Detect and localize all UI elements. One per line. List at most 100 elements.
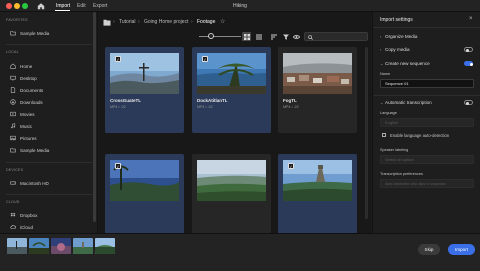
import-button[interactable]: Import	[448, 244, 475, 255]
divider	[373, 95, 480, 96]
list-view-icon	[255, 34, 262, 39]
clip-checkbox[interactable]	[288, 56, 294, 62]
filter-button[interactable]	[281, 32, 290, 41]
sidebar: FAVORITES Sample Media LOCAL Home Deskto…	[0, 12, 98, 233]
drive-icon	[10, 181, 16, 185]
clip-checkbox[interactable]: ✓	[115, 163, 121, 169]
sort-button[interactable]	[269, 32, 278, 41]
speaker-labeling-select[interactable]: Select an option	[380, 155, 474, 164]
transcription-preferences-label: Transcription preferences	[380, 172, 423, 176]
folder-icon	[10, 31, 16, 36]
clip-checkbox[interactable]: ✓	[115, 56, 121, 62]
sidebar-item-label: Sample Media	[20, 147, 50, 153]
selected-clips-tray: Skip Import	[0, 233, 480, 271]
divider	[6, 194, 92, 195]
sidebar-item-icloud[interactable]: iCloud	[10, 223, 33, 231]
grid-view-icon	[243, 33, 250, 40]
copy-media-row[interactable]: › Copy media	[380, 45, 476, 53]
tray-thumbnail[interactable]	[29, 238, 49, 254]
sidebar-item-music[interactable]: Music	[10, 122, 32, 130]
create-sequence-row[interactable]: ⌄ Create new sequence	[380, 59, 476, 67]
home-icon	[10, 63, 16, 69]
divider	[6, 44, 92, 45]
auto-transcription-toggle[interactable]	[464, 100, 473, 105]
organize-media-label: Organize Media	[385, 33, 418, 39]
clip-name: DockAtitlanTL	[197, 98, 228, 103]
speaker-labeling-label: Speaker labeling	[380, 148, 409, 152]
language-label: Language	[380, 111, 397, 115]
sidebar-item-downloads[interactable]: Downloads	[10, 98, 43, 106]
thumbnail-size-slider[interactable]	[199, 36, 241, 37]
sidebar-item-label: iCloud	[20, 224, 34, 230]
create-sequence-label: Create new sequence	[385, 60, 430, 66]
sidebar-item-label: Home	[20, 63, 33, 69]
breadcrumb-separator: ›	[138, 19, 140, 25]
close-icon[interactable]: ×	[469, 16, 473, 22]
clip-card[interactable]: ✓ DockAtitlanTL MP4 • :22	[192, 47, 271, 133]
breadcrumb-separator: ›	[113, 19, 115, 25]
tray-thumbnail[interactable]	[7, 238, 27, 254]
sidebar-item-sample-media[interactable]: Sample Media	[10, 146, 49, 154]
divider	[373, 27, 480, 28]
breadcrumb-tutorial[interactable]: Tutorial	[119, 19, 136, 25]
sidebar-item-label: Downloads	[20, 99, 43, 105]
sidebar-item-documents[interactable]: Documents	[10, 86, 43, 94]
sidebar-item-home[interactable]: Home	[10, 62, 32, 70]
breadcrumb-footage[interactable]: Footage	[197, 19, 215, 25]
clip-card[interactable]: ✓	[278, 154, 357, 234]
browser-scrollbar[interactable]	[365, 47, 368, 219]
tray-thumbnail[interactable]	[51, 238, 71, 254]
folder-icon	[10, 148, 16, 153]
list-view-button[interactable]	[254, 32, 263, 41]
create-sequence-toggle[interactable]	[464, 61, 473, 66]
sidebar-item-macintosh-hd[interactable]: Macintosh HD	[10, 179, 49, 187]
language-auto-detect-label: Enable language auto-detection	[390, 133, 450, 138]
transcription-preferences-select[interactable]: Auto-transcribe only clips in sequence	[380, 179, 474, 188]
sidebar-item-pictures[interactable]: Pictures	[10, 134, 37, 142]
thumbnail-size-slider-knob[interactable]	[208, 33, 214, 39]
checkmark-icon: ✓	[203, 56, 207, 62]
sidebar-item-movies[interactable]: Movies	[10, 110, 35, 118]
sequence-name-field[interactable]: Sequence 01	[380, 79, 474, 88]
browser-toolbar	[99, 31, 371, 43]
language-auto-detect-checkbox[interactable]	[382, 133, 386, 137]
sidebar-item-desktop[interactable]: Desktop	[10, 74, 37, 82]
clip-card[interactable]: ✓ CrossGuateTL MP4 • :22	[105, 47, 184, 133]
language-select[interactable]: English	[380, 118, 474, 127]
sidebar-item-label: Music	[20, 123, 32, 129]
import-settings-panel: Import settings × › Organize Media › Cop…	[372, 12, 480, 233]
breadcrumb-going-home-project[interactable]: Going Home project	[144, 19, 188, 25]
organize-media-row[interactable]: › Organize Media	[380, 32, 476, 40]
tray-thumbnail[interactable]	[73, 238, 93, 254]
skip-button[interactable]: Skip	[418, 244, 440, 255]
copy-media-toggle[interactable]	[464, 47, 473, 52]
movies-icon	[10, 111, 16, 117]
clip-card[interactable]: ✓	[105, 154, 184, 234]
dropbox-icon	[10, 212, 16, 217]
sidebar-item-label: Documents	[20, 87, 44, 93]
tray-thumbnail[interactable]	[95, 238, 115, 254]
clip-checkbox[interactable]: ✓	[202, 56, 208, 62]
sidebar-item-dropbox[interactable]: Dropbox	[10, 211, 37, 219]
visibility-button[interactable]	[292, 32, 301, 41]
sidebar-scrollbar[interactable]	[93, 12, 96, 222]
pictures-icon	[10, 135, 16, 141]
grid-view-button[interactable]	[242, 32, 251, 41]
search-input[interactable]	[304, 32, 368, 41]
filter-icon	[282, 34, 289, 40]
sidebar-item-label: Macintosh HD	[20, 180, 49, 186]
music-icon	[11, 123, 16, 129]
favorite-star-icon[interactable]: ☆	[220, 18, 225, 25]
clip-meta: MP4 • :22	[283, 105, 299, 109]
clip-checkbox[interactable]	[202, 163, 208, 169]
checkmark-icon: ✓	[289, 163, 293, 169]
sidebar-item-sample-media-fav[interactable]: Sample Media	[10, 29, 49, 37]
folder-icon[interactable]	[103, 19, 111, 26]
local-heading: LOCAL	[6, 50, 19, 54]
clip-card[interactable]	[192, 154, 271, 234]
toggle-knob	[469, 62, 473, 66]
clip-card[interactable]: FogTL MP4 • :22	[278, 47, 357, 133]
title-bar: Import Edit Export Hiking	[0, 0, 480, 12]
auto-transcription-row[interactable]: ⌄ Automatic transcription	[380, 98, 476, 106]
clip-checkbox[interactable]: ✓	[288, 163, 294, 169]
